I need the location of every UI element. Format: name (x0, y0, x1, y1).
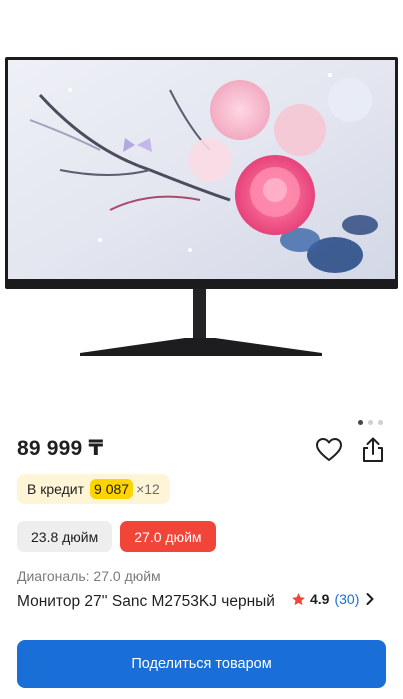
product-title: Монитор 27'' Sanc M2753KJ черный (17, 593, 275, 610)
diagonal-spec: Диагональ: 27.0 дюйм (17, 568, 161, 584)
heart-icon[interactable] (315, 437, 343, 463)
share-icon[interactable] (360, 436, 386, 464)
variant-23-8[interactable]: 23.8 дюйм (17, 521, 113, 552)
credit-offer-badge[interactable]: В кредит 9 087 ×12 (17, 474, 170, 504)
product-rating[interactable]: 4.9 (30) (291, 591, 375, 607)
size-variants: 23.8 дюйм 27.0 дюйм (17, 521, 216, 552)
credit-term: ×12 (136, 481, 160, 497)
credit-monthly-amount: 9 087 (90, 479, 134, 499)
review-count[interactable]: (30) (334, 591, 359, 607)
product-image[interactable] (0, 0, 403, 410)
variant-27-0[interactable]: 27.0 дюйм (120, 521, 216, 552)
product-price: 89 999 ₸ (17, 437, 104, 460)
product-image-gallery[interactable] (0, 0, 403, 425)
rating-value: 4.9 (310, 591, 330, 607)
chevron-right-icon (366, 593, 374, 605)
gallery-dot[interactable] (368, 420, 373, 425)
credit-label: В кредит (27, 481, 85, 497)
gallery-dot[interactable] (378, 420, 383, 425)
gallery-dot[interactable] (358, 420, 363, 425)
share-product-button[interactable]: Поделиться товаром (17, 640, 386, 688)
star-icon (292, 592, 305, 605)
gallery-pagination (358, 420, 383, 425)
